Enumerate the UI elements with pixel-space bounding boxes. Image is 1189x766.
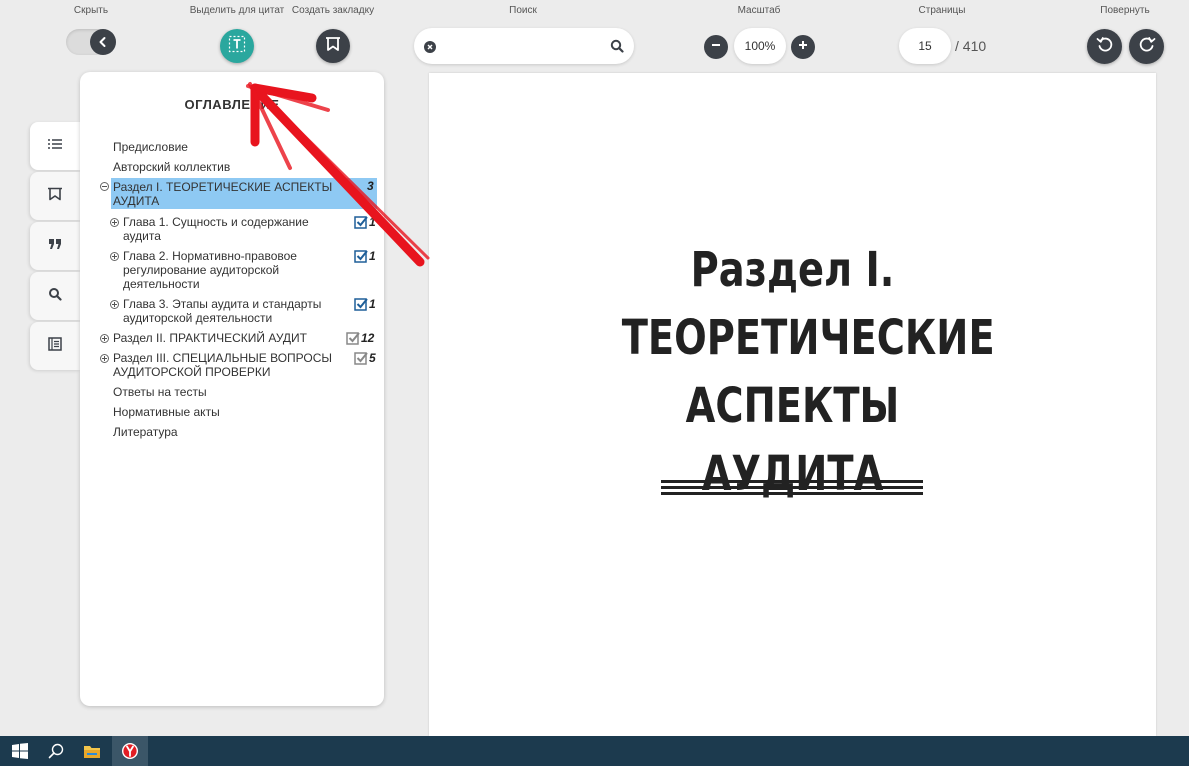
zoom-in-button[interactable] bbox=[791, 35, 815, 59]
search-icon[interactable] bbox=[38, 736, 74, 766]
rotate-right-icon bbox=[1137, 34, 1157, 59]
collapse-icon[interactable] bbox=[100, 182, 109, 191]
item-count: 1 bbox=[354, 215, 376, 229]
windows-start-icon[interactable] bbox=[2, 736, 38, 766]
zoom-value[interactable]: 100% bbox=[734, 28, 786, 64]
toc-item[interactable]: Авторский коллектив bbox=[113, 160, 230, 174]
rotate-left-icon bbox=[1095, 34, 1115, 59]
search-icon[interactable] bbox=[610, 39, 624, 58]
item-count: 3 bbox=[367, 179, 374, 193]
notes-icon bbox=[48, 336, 62, 356]
item-count: 1 bbox=[354, 249, 376, 263]
tab-quotes[interactable] bbox=[30, 222, 80, 270]
zoom-label: Масштаб bbox=[737, 5, 781, 16]
taskbar bbox=[0, 736, 1189, 766]
bookmark-icon bbox=[324, 36, 342, 57]
highlight-for-quotes-button[interactable] bbox=[220, 29, 254, 63]
expand-icon[interactable] bbox=[110, 218, 119, 227]
toc-item-selected[interactable]: Раздел I. ТЕОРЕТИЧЕСКИЕ АСПЕКТЫ АУДИТА bbox=[111, 178, 377, 209]
expand-icon[interactable] bbox=[110, 252, 119, 261]
clear-search-icon[interactable] bbox=[424, 40, 436, 58]
yandex-browser-icon[interactable] bbox=[112, 736, 148, 766]
item-count: 1 bbox=[354, 297, 376, 311]
page-total: / 410 bbox=[955, 38, 987, 54]
hide-label: Скрыть bbox=[73, 5, 109, 16]
rotate-left-button[interactable] bbox=[1087, 29, 1122, 64]
hide-panel-toggle[interactable] bbox=[66, 29, 116, 55]
create-bookmark-button[interactable] bbox=[316, 29, 350, 63]
item-count-value: 1 bbox=[369, 297, 376, 311]
item-count: 12 bbox=[346, 331, 374, 345]
zoom-out-button[interactable] bbox=[704, 35, 728, 59]
toc-item[interactable]: Глава 3. Этапы аудита и стандарты аудито… bbox=[123, 297, 333, 325]
checkbox-icon bbox=[354, 216, 368, 229]
section-heading: Раздел I. ТЕОРЕТИЧЕСКИЕ АСПЕКТЫ АУДИТА bbox=[621, 242, 995, 502]
item-count-value: 5 bbox=[369, 351, 376, 365]
quote-icon bbox=[48, 237, 62, 255]
toc-title: ОГЛАВЛЕНИЕ bbox=[184, 97, 280, 112]
bookmark-icon bbox=[47, 187, 63, 206]
page-number-input[interactable]: 15 bbox=[899, 28, 951, 64]
toc-item[interactable]: Литература bbox=[113, 425, 178, 439]
bookmark-label: Создать закладку bbox=[291, 5, 375, 16]
checkbox-icon bbox=[354, 298, 368, 311]
table-of-contents-panel: ОГЛАВЛЕНИЕ Предисловие Авторский коллект… bbox=[80, 72, 384, 706]
chevron-left-icon bbox=[90, 29, 116, 55]
item-count-value: 1 bbox=[369, 249, 376, 263]
checkbox-icon bbox=[354, 352, 368, 365]
item-count-value: 1 bbox=[369, 215, 376, 229]
item-count-value: 12 bbox=[361, 331, 375, 345]
search-input[interactable] bbox=[442, 34, 610, 58]
checkbox-icon bbox=[346, 332, 360, 345]
toc-item[interactable]: Ответы на тесты bbox=[113, 385, 207, 399]
rotate-label: Повернуть bbox=[1100, 5, 1150, 16]
minus-icon bbox=[710, 38, 722, 56]
search-icon bbox=[48, 287, 62, 306]
toc-item-label: Раздел I. ТЕОРЕТИЧЕСКИЕ АСПЕКТЫ АУДИТА bbox=[113, 180, 333, 208]
tab-notes[interactable] bbox=[30, 322, 80, 370]
file-explorer-icon[interactable] bbox=[74, 736, 110, 766]
heading-rule bbox=[661, 492, 923, 495]
tab-contents[interactable] bbox=[30, 122, 80, 170]
expand-icon[interactable] bbox=[100, 334, 109, 343]
toc-item[interactable]: Предисловие bbox=[113, 140, 188, 154]
pages-label: Страницы bbox=[918, 5, 966, 16]
highlight-label: Выделить для цитат bbox=[189, 5, 285, 16]
expand-icon[interactable] bbox=[100, 354, 109, 363]
list-icon bbox=[47, 137, 63, 155]
heading-rule bbox=[661, 480, 923, 483]
checkbox-icon bbox=[354, 250, 368, 263]
toc-item[interactable]: Глава 2. Нормативно-правовое регулирован… bbox=[123, 249, 323, 291]
toc-item[interactable]: Нормативные акты bbox=[113, 405, 220, 419]
expand-icon[interactable] bbox=[110, 300, 119, 309]
toc-item[interactable]: Раздел II. ПРАКТИЧЕСКИЙ АУДИТ bbox=[113, 331, 307, 345]
tab-search[interactable] bbox=[30, 272, 80, 320]
toc-item[interactable]: Раздел III. СПЕЦИАЛЬНЫЕ ВОПРОСЫ АУДИТОРС… bbox=[113, 351, 343, 379]
text-highlight-icon bbox=[228, 35, 246, 58]
search-box bbox=[414, 28, 634, 64]
toc-item[interactable]: Глава 1. Сущность и содержание аудита bbox=[123, 215, 323, 243]
plus-icon bbox=[797, 38, 809, 56]
rotate-right-button[interactable] bbox=[1129, 29, 1164, 64]
item-count: 5 bbox=[354, 351, 376, 365]
search-label: Поиск bbox=[509, 5, 537, 16]
document-page: Раздел I. ТЕОРЕТИЧЕСКИЕ АСПЕКТЫ АУДИТА bbox=[429, 73, 1156, 736]
heading-rule bbox=[661, 486, 923, 489]
tab-bookmarks[interactable] bbox=[30, 172, 80, 220]
